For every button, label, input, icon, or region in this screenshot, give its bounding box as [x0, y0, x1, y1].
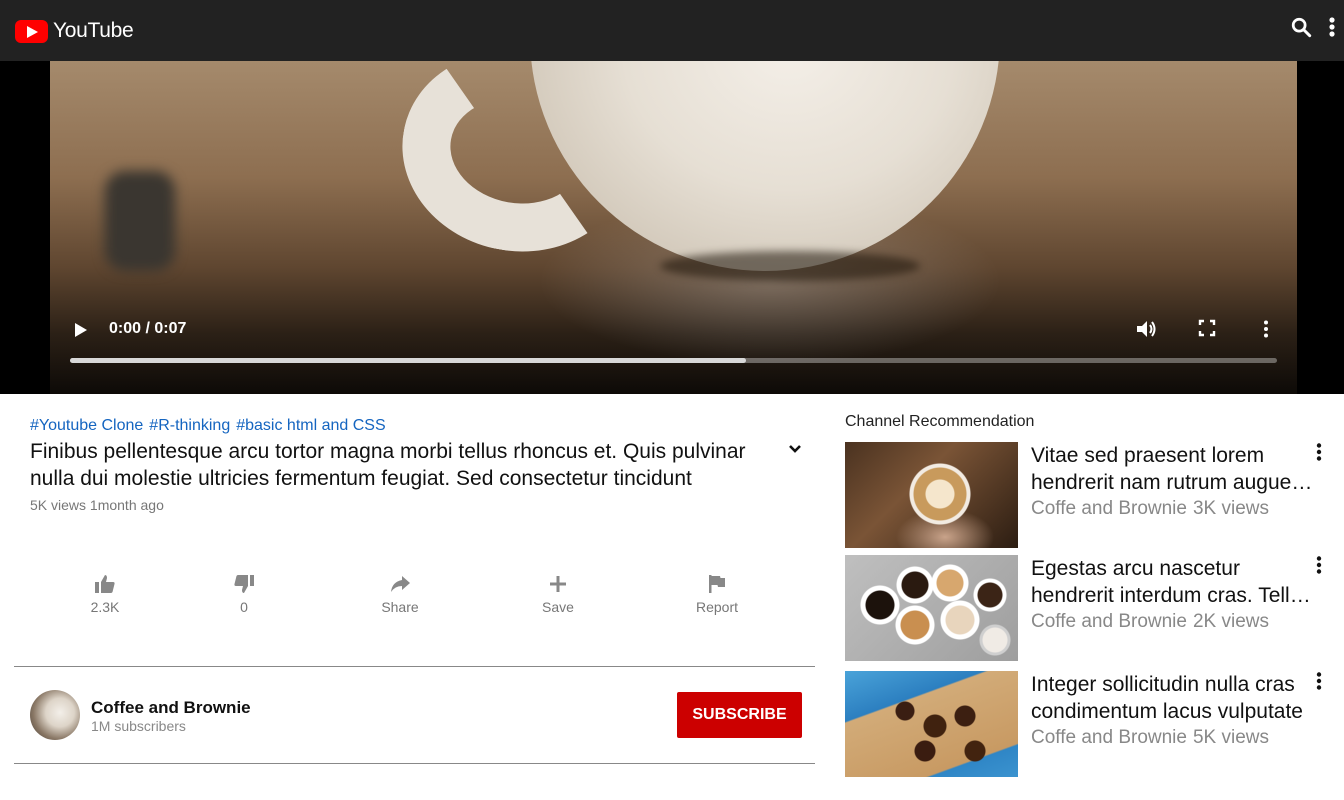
- recommendation-meta: Coffe and Brownie 2K views: [1031, 611, 1269, 633]
- video-meta: 5K views 1month ago: [30, 497, 164, 513]
- save-label: Save: [542, 599, 574, 615]
- progress-bar[interactable]: [70, 358, 1277, 363]
- share-label: Share: [381, 599, 419, 615]
- recommendations-heading: Channel Recommendation: [845, 413, 1035, 430]
- video-player-area: 0:00 / 0:07: [0, 61, 1344, 394]
- recommendation-views: 2K views: [1192, 611, 1270, 632]
- youtube-play-logo-icon: [15, 19, 48, 43]
- share-button[interactable]: Share: [360, 574, 440, 615]
- chevron-down-icon[interactable]: [788, 441, 802, 459]
- thumb-up-icon: [65, 574, 145, 594]
- save-button[interactable]: Save: [518, 574, 598, 615]
- thumb-down-icon: [204, 574, 284, 594]
- share-icon: [360, 574, 440, 594]
- more-vert-icon[interactable]: [1315, 555, 1323, 580]
- hashtags: #Youtube Clone #R-thinking #basic html and…: [30, 417, 392, 435]
- report-label: Report: [695, 599, 739, 615]
- report-button[interactable]: Report: [677, 574, 757, 615]
- recommendation-views: 5K views: [1192, 727, 1270, 748]
- youtube-logo[interactable]: YouTube: [15, 19, 134, 43]
- divider: [14, 763, 815, 764]
- dislike-count: 0: [240, 599, 248, 615]
- video-title: Finibus pellentesque arcu tortor magna m…: [30, 440, 746, 490]
- channel-name[interactable]: Coffee and Brownie: [91, 698, 251, 718]
- divider: [14, 666, 815, 667]
- fullscreen-icon[interactable]: [1198, 319, 1216, 342]
- more-vert-icon[interactable]: [1328, 16, 1336, 38]
- recommendation-item[interactable]: Egestas arcu nascetur hendrerit interdum…: [845, 555, 1335, 661]
- more-vert-icon[interactable]: [1315, 442, 1323, 467]
- hashtag-link[interactable]: #R-thinking: [149, 417, 230, 434]
- recommendation-title[interactable]: Egestas arcu nascetur hendrerit interdum…: [1031, 555, 1316, 609]
- background-object: [105, 171, 175, 271]
- dislike-button[interactable]: 0: [204, 574, 284, 615]
- player-controls: 0:00 / 0:07: [50, 309, 1297, 394]
- recommendation-views: 3K views: [1192, 498, 1270, 519]
- recommendation-meta: Coffe and Brownie 3K views: [1031, 498, 1269, 520]
- recommendation-channel: Coffe and Brownie: [1031, 611, 1187, 632]
- volume-icon[interactable]: [1135, 319, 1157, 344]
- flag-icon: [677, 574, 757, 594]
- like-button[interactable]: 2.3K: [65, 574, 145, 615]
- recommendation-title[interactable]: Integer sollicitudin nulla cras condimen…: [1031, 671, 1316, 725]
- video-player[interactable]: 0:00 / 0:07: [50, 61, 1297, 394]
- more-vert-icon[interactable]: [1315, 671, 1323, 696]
- cup-shadow: [660, 251, 920, 281]
- add-icon: [518, 574, 598, 594]
- time-display: 0:00 / 0:07: [109, 320, 187, 337]
- video-thumbnail[interactable]: [845, 442, 1018, 548]
- subscribe-button[interactable]: SUBSCRIBE: [677, 692, 802, 738]
- player-more-icon[interactable]: [1262, 319, 1270, 344]
- search-icon[interactable]: [1290, 16, 1312, 38]
- top-bar: YouTube: [0, 0, 1344, 61]
- avatar[interactable]: [30, 690, 80, 740]
- action-bar: 2.3K 0 Share Save Report: [30, 574, 790, 624]
- subscriber-count: 1M subscribers: [91, 718, 186, 734]
- recommendation-channel: Coffe and Brownie: [1031, 727, 1187, 748]
- like-count: 2.3K: [90, 599, 120, 615]
- coffee-cup: [530, 61, 1000, 271]
- progress-fill: [70, 358, 746, 363]
- video-thumbnail[interactable]: [845, 671, 1018, 777]
- recommendation-meta: Coffe and Brownie 5K views: [1031, 727, 1269, 749]
- recommendation-channel: Coffe and Brownie: [1031, 498, 1187, 519]
- play-icon[interactable]: [74, 322, 88, 343]
- video-thumbnail[interactable]: [845, 555, 1018, 661]
- recommendation-item[interactable]: Integer sollicitudin nulla cras condimen…: [845, 671, 1335, 777]
- hashtag-link[interactable]: #basic html and CSS: [236, 417, 385, 434]
- brand-name: YouTube: [53, 19, 134, 42]
- hashtag-link[interactable]: #Youtube Clone: [30, 417, 143, 434]
- recommendation-title[interactable]: Vitae sed praesent lorem hendrerit nam r…: [1031, 442, 1316, 496]
- recommendation-item[interactable]: Vitae sed praesent lorem hendrerit nam r…: [845, 442, 1335, 548]
